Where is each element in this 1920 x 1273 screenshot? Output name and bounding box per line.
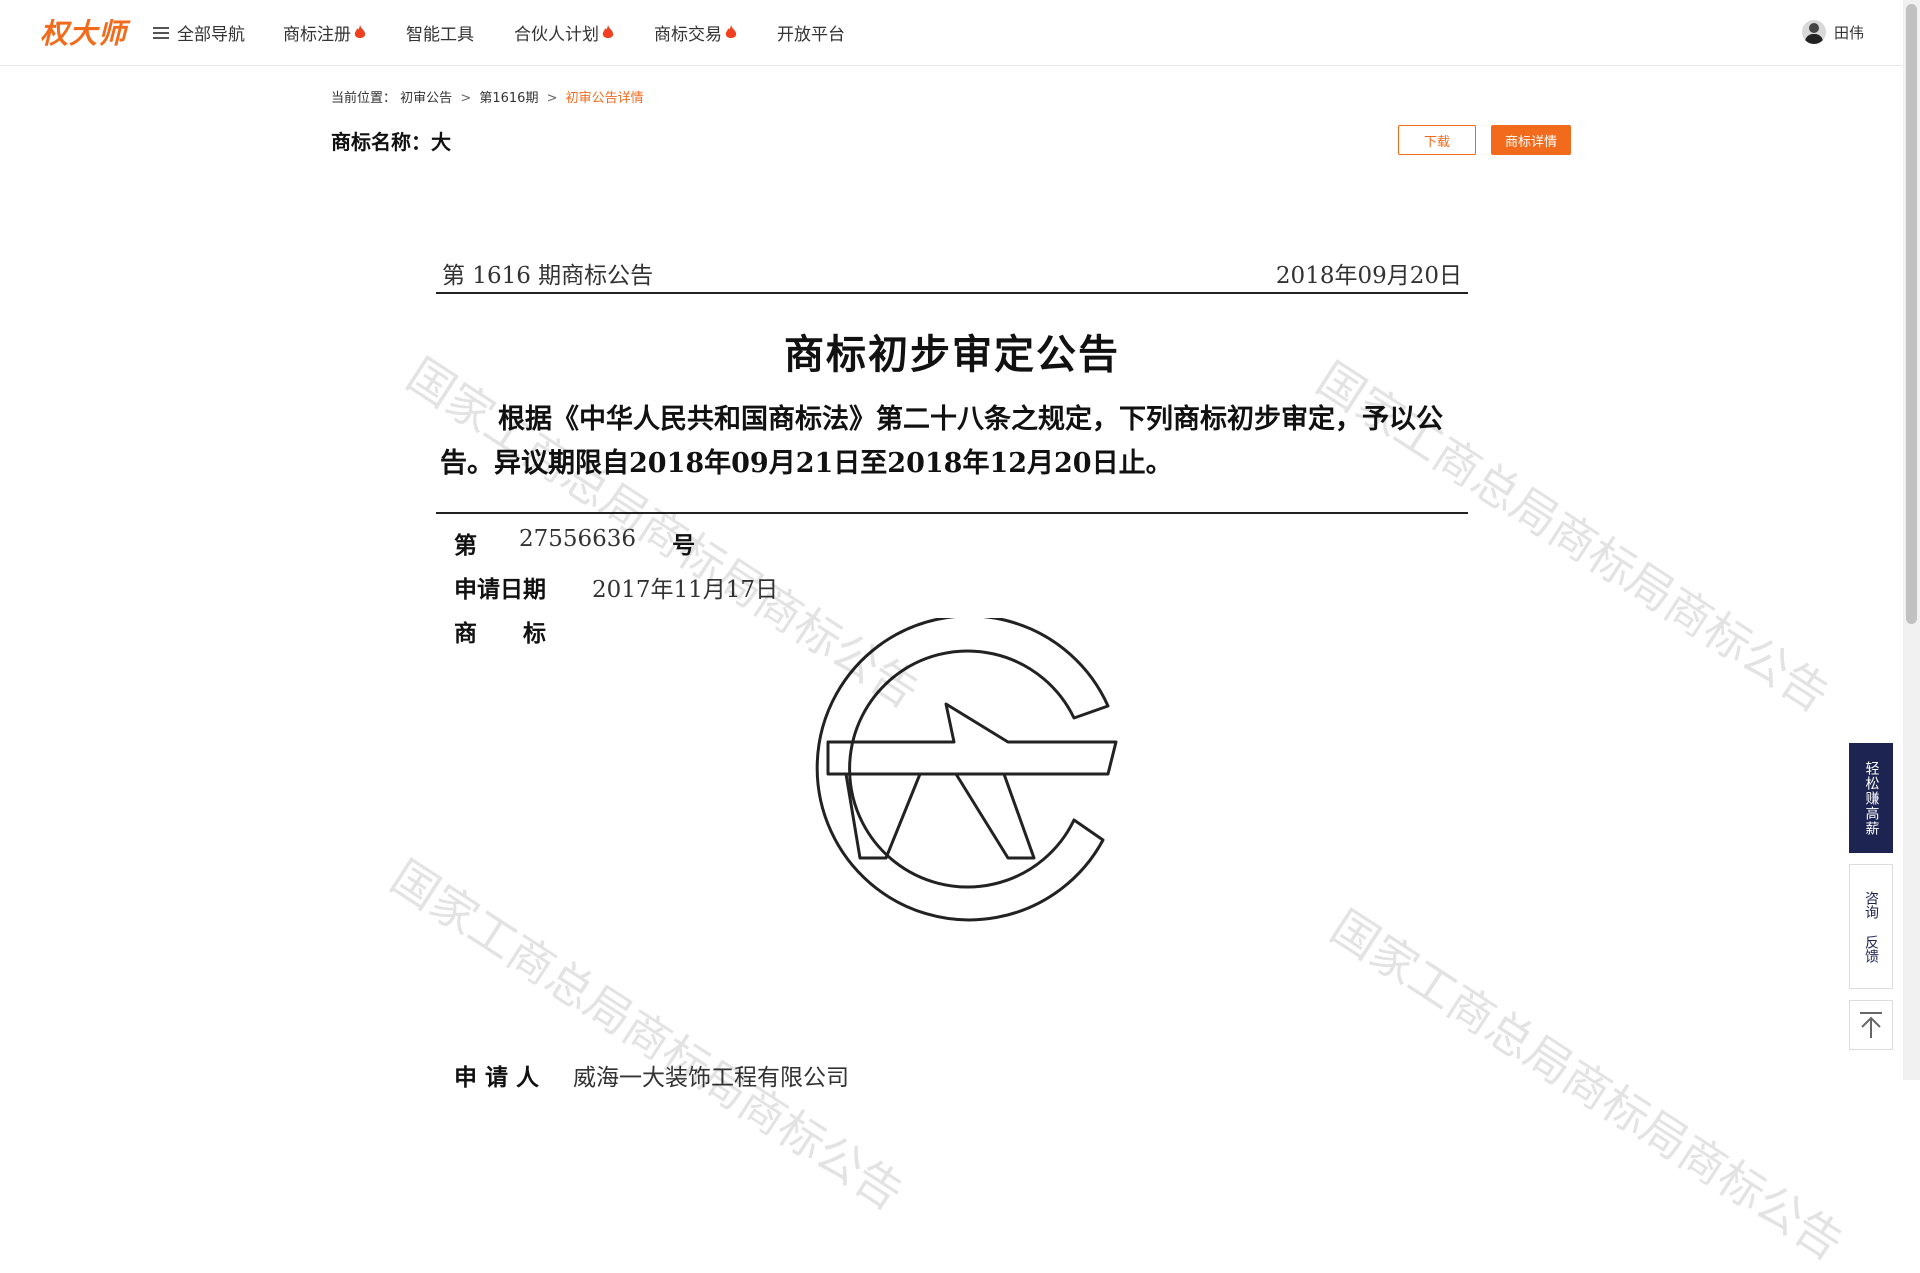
applicant-value: 威海一大装饰工程有限公司: [573, 1065, 850, 1091]
breadcrumb-separator: >: [460, 91, 472, 106]
trademark-logo-image: [815, 618, 1118, 922]
earn-promo-button[interactable]: 轻松赚高薪: [1849, 743, 1893, 853]
page-scrollbar[interactable]: [1903, 0, 1920, 1080]
nav-smart-tools-label: 智能工具: [406, 25, 474, 45]
earn-promo-label: 轻松赚高薪: [1863, 760, 1880, 836]
menu-icon: [153, 24, 169, 42]
top-header: 权大师 全部导航 商标注册 智能工具 合伙人计划 商标交易 开放平台 田伟: [0, 0, 1920, 66]
fire-icon: [725, 25, 737, 40]
nav-open-platform-label: 开放平台: [777, 25, 845, 45]
nav-all-label: 全部导航: [177, 25, 245, 45]
divider: [436, 292, 1468, 294]
nav-trademark-trade-label: 商标交易: [654, 25, 722, 45]
fire-icon: [602, 25, 614, 40]
apply-date-row: 申请日期 2017年11月17日: [454, 570, 778, 604]
breadcrumb-prefix: 当前位置：: [331, 91, 397, 106]
main-nav: 全部导航 商标注册 智能工具 合伙人计划 商标交易 开放平台: [153, 0, 885, 65]
nav-open-platform[interactable]: 开放平台: [777, 20, 845, 45]
announcement-document: 第 1616 期商标公告 2018年09月20日 商标初步审定公告 根据《中华人…: [382, 230, 1853, 1271]
trademark-detail-button[interactable]: 商标详情: [1491, 125, 1571, 155]
registration-number: 27556636: [519, 526, 637, 552]
page-title: 商标名称：大: [331, 130, 451, 154]
nav-partner-label: 合伙人计划: [514, 25, 599, 45]
download-button[interactable]: 下载: [1398, 125, 1476, 155]
back-to-top-button[interactable]: [1849, 1000, 1893, 1050]
nav-trademark-trade[interactable]: 商标交易: [654, 20, 737, 45]
avatar: [1801, 20, 1826, 44]
registration-number-row: 第 27556636 号: [454, 526, 695, 560]
nav-all[interactable]: 全部导航: [153, 20, 245, 45]
scrollbar-thumb[interactable]: [1906, 4, 1917, 624]
site-logo[interactable]: 权大师: [40, 12, 127, 52]
applicant-label: 申 请 人: [454, 1064, 540, 1091]
fire-icon: [354, 25, 366, 40]
announcement-paragraph: 根据《中华人民共和国商标法》第二十八条之规定，下列商标初步审定，予以公告。异议期…: [440, 404, 1443, 479]
breadcrumb: 当前位置： 初审公告 > 第1616期 > 初审公告详情: [331, 87, 644, 106]
divider: [436, 512, 1468, 514]
announcement-heading: 商标初步审定公告: [784, 331, 1120, 378]
arrow-up-icon: [1860, 1012, 1882, 1038]
applicant-row: 申 请 人 威海一大装饰工程有限公司: [454, 1058, 849, 1092]
apply-date-label: 申请日期: [454, 576, 546, 603]
breadcrumb-separator: >: [546, 91, 558, 106]
announcement-date: 2018年09月20日: [1275, 263, 1462, 289]
nav-partner[interactable]: 合伙人计划: [514, 20, 614, 45]
issue-number: 第 1616 期商标公告: [442, 263, 654, 289]
nav-trademark-register[interactable]: 商标注册: [283, 20, 366, 45]
user-menu[interactable]: 田伟: [1801, 20, 1864, 44]
apply-date-value: 2017年11月17日: [592, 577, 779, 603]
breadcrumb-current: 初审公告详情: [565, 91, 644, 106]
consult-feedback-button[interactable]: 咨询 反馈: [1849, 864, 1893, 989]
nav-trademark-register-label: 商标注册: [283, 25, 351, 45]
number-label-start: 第: [454, 532, 477, 559]
breadcrumb-link[interactable]: 第1616期: [479, 91, 538, 106]
user-name: 田伟: [1833, 23, 1864, 42]
consult-label: 咨询: [1863, 890, 1879, 919]
nav-smart-tools[interactable]: 智能工具: [406, 20, 474, 45]
feedback-label: 反馈: [1863, 934, 1879, 963]
breadcrumb-link[interactable]: 初审公告: [400, 91, 452, 106]
watermark-text: 国家工商总局商标局商标公告: [1321, 899, 1853, 1271]
mark-row: 商 标: [454, 614, 546, 648]
number-label-end: 号: [672, 532, 696, 559]
mark-label: 商 标: [454, 620, 546, 647]
